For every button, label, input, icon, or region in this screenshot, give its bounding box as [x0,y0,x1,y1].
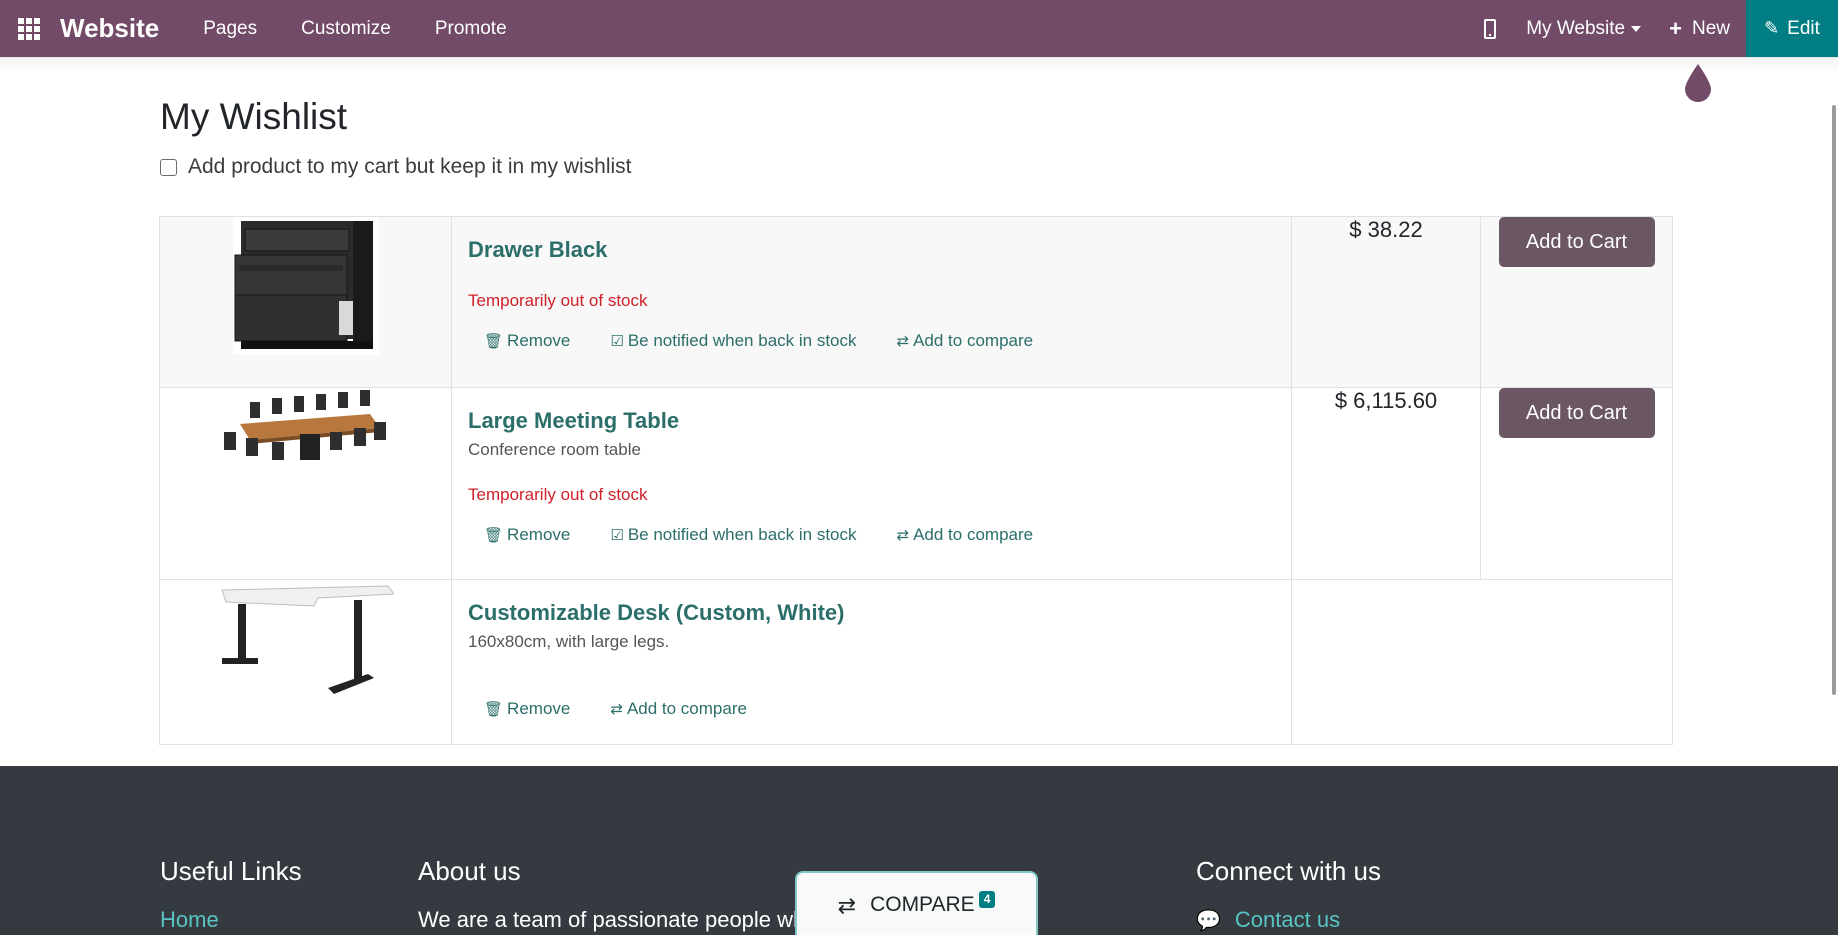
product-info-cell: Customizable Desk (Custom, White) 160x80… [451,579,1292,745]
product-description: Conference room table [468,440,641,459]
exchange-icon: ⇄ [896,333,910,350]
customizable-desk-image[interactable] [218,580,395,700]
menu-customize[interactable]: Customize [279,18,413,40]
top-navbar: Website Pages Customize Promote My Websi… [0,0,1838,57]
menu-promote[interactable]: Promote [413,18,529,40]
scrollbar[interactable] [1832,105,1836,695]
remove-link[interactable]: 🗑 Remove [484,331,570,351]
notify-back-in-stock-link[interactable]: ☑ Be notified when back in stock [610,525,856,545]
remove-link[interactable]: 🗑 Remove [484,525,570,545]
notify-label: Be notified when back in stock [627,525,857,544]
exchange-icon: ⇄ [610,701,623,718]
pencil-icon: ✎ [1764,18,1780,38]
trash-icon: 🗑 [484,527,504,544]
trash-icon: 🗑 [484,333,504,350]
wishlist-table: Drawer Black Temporarily out of stock 🗑 R… [159,216,1673,745]
apps-grid-icon[interactable] [16,16,42,42]
edit-button[interactable]: ✎ Edit [1746,0,1838,57]
mobile-preview-icon[interactable] [1484,18,1497,39]
add-to-cart-button[interactable]: Add to Cart [1498,388,1655,438]
cart-cell: Add to Cart [1480,216,1673,388]
checkbox-check-icon: ☑ [610,333,624,350]
edit-button-label: Edit [1787,17,1820,39]
footer-link-home[interactable]: Home [160,907,302,933]
keep-in-wishlist-option[interactable]: Add product to my cart but keep it in my… [160,155,632,179]
stock-status: Temporarily out of stock [468,291,648,310]
nav-menu: Pages Customize Promote [181,18,528,40]
connect-column: Connect with us 💬 Contact us [1196,856,1381,933]
compare-label: Add to compare [626,699,747,718]
product-actions: 🗑 Remove ⇄ Add to compare [484,699,1275,719]
product-description: 160x80cm, with large legs. [468,632,670,651]
compare-label: Add to compare [913,331,1034,350]
remove-label: Remove [507,699,571,718]
product-name-link[interactable]: Large Meeting Table [468,408,1275,434]
empty-cell [1291,579,1673,745]
website-switcher-label: My Website [1526,17,1626,39]
exchange-icon: ⇄ [896,527,910,544]
nav-right: My Website + New ✎ Edit [1484,0,1838,57]
price-cell: $ 6,115.60 [1291,387,1481,580]
product-actions: 🗑 Remove ☑ Be notified when back in stock … [484,331,1275,351]
remove-link[interactable]: 🗑 Remove [484,699,570,719]
compare-label: Add to compare [913,525,1034,544]
drawer-black-image[interactable] [232,217,379,355]
new-button[interactable]: + New [1669,16,1730,42]
product-info-cell: Drawer Black Temporarily out of stock 🗑 R… [451,216,1292,388]
product-image-cell [159,579,452,745]
remove-label: Remove [507,525,571,544]
header-shadow [0,57,1838,73]
add-to-cart-button[interactable]: Add to Cart [1498,217,1655,267]
product-info-cell: Large Meeting Table Conference room tabl… [451,387,1292,580]
product-price: $ 6,115.60 [1334,388,1438,413]
wishlist-row: Customizable Desk (Custom, White) 160x80… [159,579,1673,745]
product-name-link[interactable]: Drawer Black [468,237,1275,263]
stock-status: Temporarily out of stock [468,485,648,504]
product-name-link[interactable]: Customizable Desk (Custom, White) [468,600,1275,626]
product-image-cell [159,216,452,388]
notify-back-in-stock-link[interactable]: ☑ Be notified when back in stock [610,331,856,351]
product-image-cell [159,387,452,580]
app-brand[interactable]: Website [60,13,159,44]
compare-button[interactable]: ⇄ COMPARE 4 [795,871,1038,935]
wishlist-row: Drawer Black Temporarily out of stock 🗑 R… [159,216,1673,388]
compare-label: COMPARE [870,893,975,916]
contact-row[interactable]: 💬 Contact us [1196,907,1381,933]
checkbox-check-icon: ☑ [610,527,624,544]
product-price: $ 38.22 [1349,217,1423,242]
compare-count-badge: 4 [978,891,996,908]
keep-in-wishlist-label: Add product to my cart but keep it in my… [188,155,632,178]
useful-links-title: Useful Links [160,856,302,886]
remove-label: Remove [507,331,571,350]
caret-down-icon [1631,25,1642,32]
comment-icon: 💬 [1196,909,1221,932]
connect-title: Connect with us [1196,856,1381,886]
new-button-label: New [1691,17,1730,39]
trash-icon: 🗑 [484,701,504,718]
page-title: My Wishlist [160,96,348,137]
large-meeting-table-image[interactable] [220,388,392,468]
add-to-compare-link[interactable]: ⇄ Add to compare [897,331,1034,351]
price-cell: $ 38.22 [1291,216,1481,388]
cart-cell: Add to Cart [1480,387,1673,580]
useful-links-column: Useful Links Home [160,856,302,933]
wishlist-row: Large Meeting Table Conference room tabl… [159,387,1673,580]
add-to-compare-link[interactable]: ⇄ Add to compare [610,699,747,719]
add-to-compare-link[interactable]: ⇄ Add to compare [897,525,1034,545]
notify-label: Be notified when back in stock [627,331,857,350]
drop-marker-icon [1685,64,1711,102]
menu-pages[interactable]: Pages [181,18,279,40]
contact-us-link[interactable]: Contact us [1235,907,1340,933]
exchange-icon: ⇄ [837,893,857,918]
keep-in-wishlist-checkbox[interactable] [160,158,177,176]
plus-icon: + [1669,15,1682,41]
product-actions: 🗑 Remove ☑ Be notified when back in stock … [484,525,1275,545]
website-switcher[interactable]: My Website [1526,17,1642,40]
